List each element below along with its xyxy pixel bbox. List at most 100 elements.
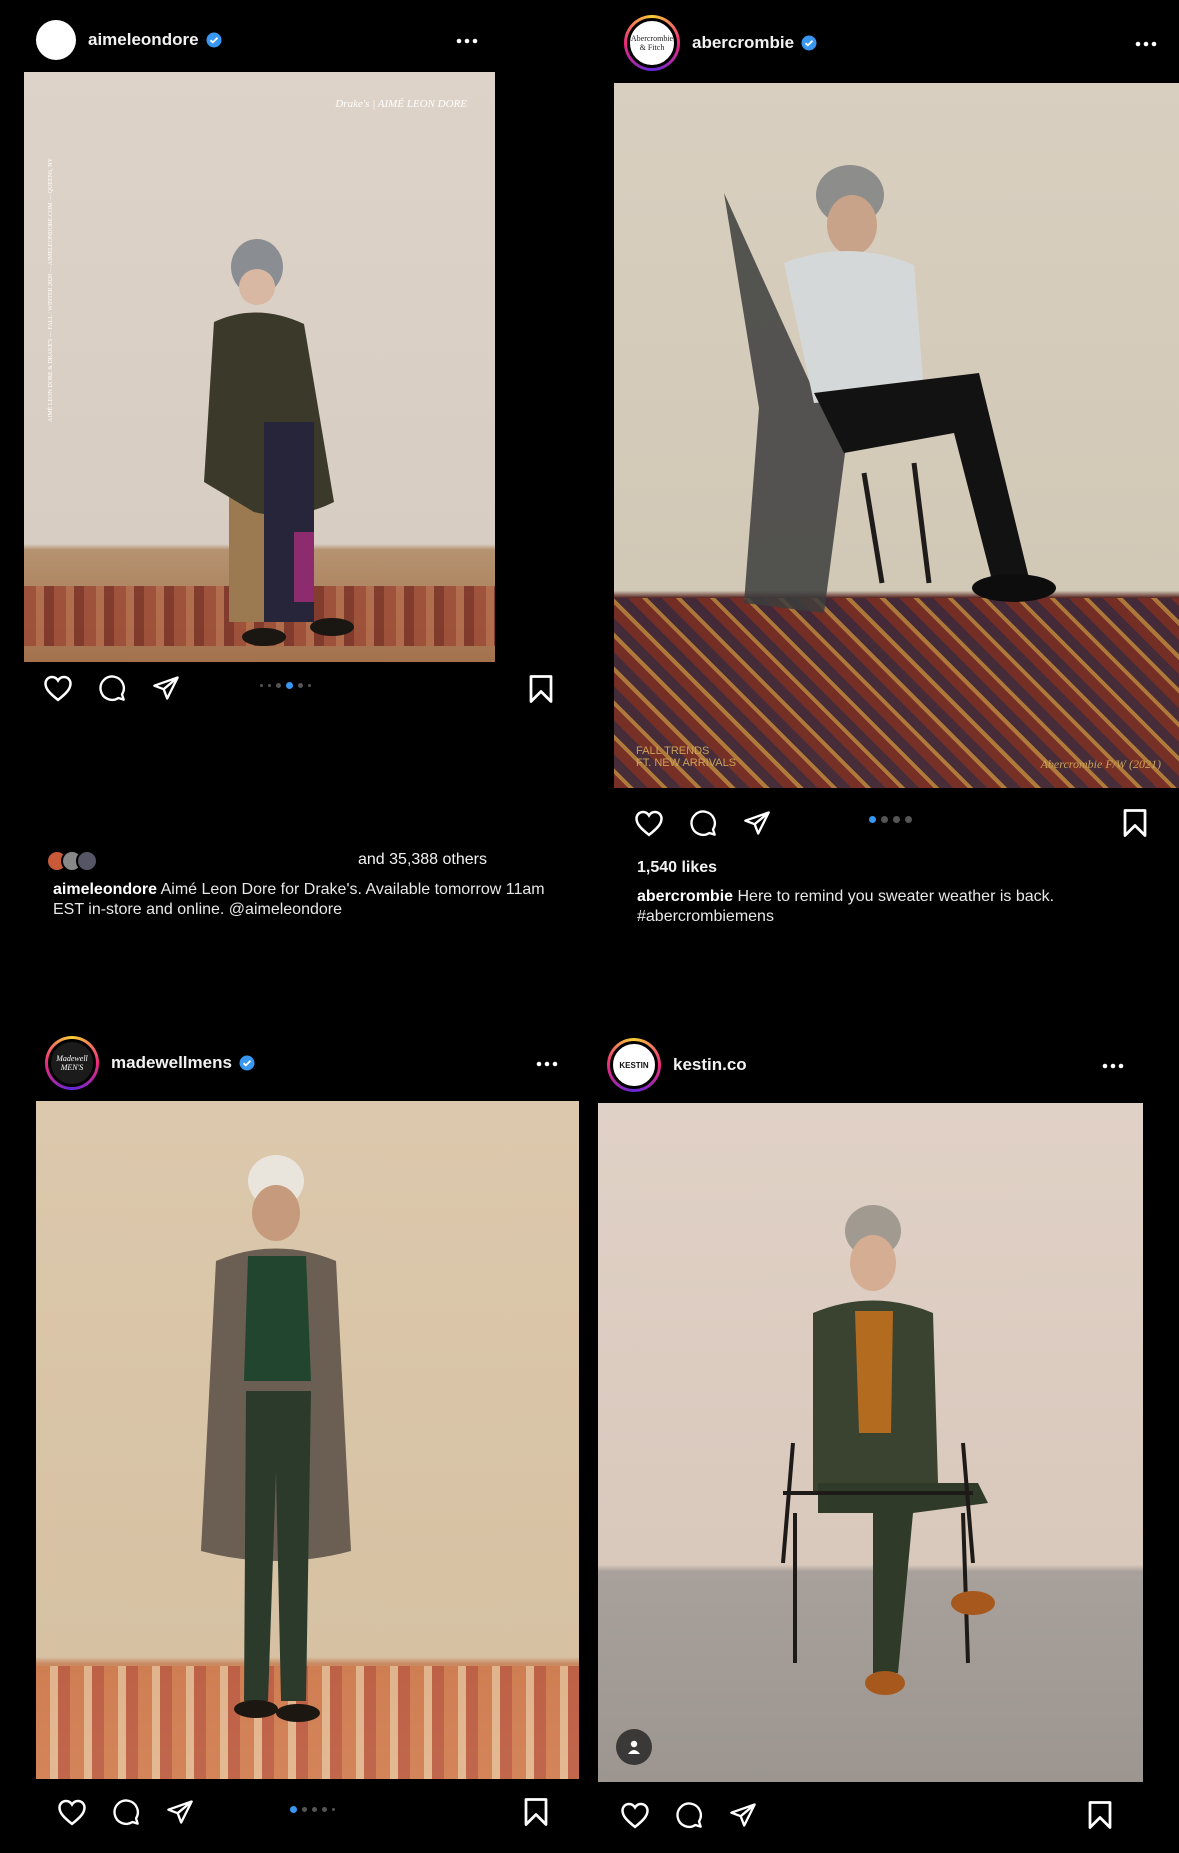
avatar[interactable]: Madewell MEN'S <box>45 1036 99 1090</box>
comment-button[interactable] <box>96 672 128 704</box>
carousel-dot-active <box>290 1806 297 1813</box>
like-button[interactable] <box>619 1799 651 1831</box>
post-photo[interactable] <box>598 1103 1143 1782</box>
post-photo[interactable] <box>36 1101 579 1779</box>
like-button[interactable] <box>42 672 74 704</box>
verified-icon <box>239 1055 255 1071</box>
bookmark-icon <box>1088 1801 1112 1829</box>
avatar[interactable]: Abercrombie & Fitch <box>624 15 680 71</box>
more-options-button[interactable] <box>1098 1051 1128 1081</box>
more-icon <box>456 38 478 44</box>
share-button[interactable] <box>727 1799 759 1831</box>
share-icon <box>167 1800 193 1824</box>
save-button[interactable] <box>523 1797 553 1829</box>
carousel-dot <box>298 683 303 688</box>
heart-icon <box>58 1799 86 1826</box>
carousel-dot <box>332 1808 335 1811</box>
action-bar <box>42 672 204 704</box>
caption: abercrombie Here to remind you sweater w… <box>637 887 1157 927</box>
post-header: Madewell MEN'S madewellmens <box>45 1036 255 1090</box>
likes-count[interactable]: and 35,388 others <box>358 851 487 869</box>
comment-icon <box>690 810 716 836</box>
carousel-dot <box>260 684 263 687</box>
comment-icon <box>113 1799 139 1825</box>
post-photo[interactable]: Drake's | AIMÉ LEON DORE AIMÉ LEON DORE … <box>24 72 495 662</box>
save-button[interactable] <box>1087 1800 1117 1832</box>
share-icon <box>730 1803 756 1827</box>
caption: aimeleondore Aimé Leon Dore for Drake's.… <box>53 880 573 920</box>
action-bar <box>633 807 795 839</box>
more-icon <box>1102 1063 1124 1069</box>
carousel-indicator <box>869 816 912 823</box>
comment-button[interactable] <box>687 807 719 839</box>
likes-count[interactable]: 1,540 likes <box>637 859 717 877</box>
more-icon <box>1135 41 1157 47</box>
carousel-dot-active <box>869 816 876 823</box>
action-bar <box>56 1796 218 1828</box>
username[interactable]: abercrombie <box>692 33 794 53</box>
model-figure <box>201 1155 351 1722</box>
save-button[interactable] <box>1122 808 1152 840</box>
more-options-button[interactable] <box>452 26 482 56</box>
avatar-logo: Abercrombie & Fitch <box>627 18 677 68</box>
carousel-dot <box>322 1807 327 1812</box>
vertical-overlay: AIMÉ LEON DORE & DRAKE'S — FALL / WINTER… <box>48 158 54 422</box>
photo-overlay-left: FALL TRENDS FT. NEW ARRIVALS <box>636 745 737 769</box>
background-watermark <box>60 800 1120 860</box>
verified-icon <box>801 35 817 51</box>
photo-overlay-right: Abercrombie F/W (2021) <box>1040 757 1161 771</box>
carousel-dot <box>308 684 311 687</box>
like-button[interactable] <box>633 807 665 839</box>
comment-button[interactable] <box>673 1799 705 1831</box>
post-header: KESTIN kestin.co <box>607 1038 747 1092</box>
user-tag-icon <box>628 1740 640 1754</box>
carousel-dot <box>881 816 888 823</box>
post-photo[interactable]: FALL TRENDS FT. NEW ARRIVALS Abercrombie… <box>614 83 1179 788</box>
avatar[interactable] <box>36 20 76 60</box>
comment-button[interactable] <box>110 1796 142 1828</box>
heart-icon <box>635 810 663 837</box>
carousel-dot <box>312 1807 317 1812</box>
liked-by-avatars-row <box>46 850 98 872</box>
save-button[interactable] <box>528 674 558 706</box>
heart-icon <box>621 1802 649 1829</box>
carousel-dot <box>905 816 912 823</box>
more-options-button[interactable] <box>532 1049 562 1079</box>
share-icon <box>744 811 770 835</box>
brand-overlay: Drake's | AIMÉ LEON DORE <box>335 98 467 110</box>
avatar-logo: Madewell MEN'S <box>48 1039 96 1087</box>
heart-icon <box>44 675 72 702</box>
action-bar <box>619 1799 781 1831</box>
bookmark-icon <box>524 1798 548 1826</box>
carousel-dot <box>268 684 271 687</box>
carousel-dot <box>893 816 900 823</box>
carousel-dot-active <box>286 682 293 689</box>
carousel-indicator <box>260 682 311 689</box>
avatar[interactable]: KESTIN <box>607 1038 661 1092</box>
model-figure <box>204 239 354 646</box>
caption-username[interactable]: aimeleondore <box>53 881 157 898</box>
like-button[interactable] <box>56 1796 88 1828</box>
post-header: aimeleondore <box>36 20 222 60</box>
model-figure <box>781 1205 995 1695</box>
avatar-logo: KESTIN <box>610 1041 658 1089</box>
bookmark-icon <box>1123 809 1147 837</box>
post-header: Abercrombie & Fitch abercrombie <box>624 15 817 71</box>
caption-username[interactable]: abercrombie <box>637 888 733 905</box>
comment-icon <box>676 1802 702 1828</box>
username[interactable]: madewellmens <box>111 1053 232 1073</box>
model-figure <box>724 165 1056 613</box>
carousel-indicator <box>290 1806 335 1813</box>
username[interactable]: aimeleondore <box>88 30 199 50</box>
comment-icon <box>99 675 125 701</box>
more-icon <box>536 1061 558 1067</box>
carousel-dot <box>276 683 281 688</box>
share-button[interactable] <box>741 807 773 839</box>
tagged-users-button[interactable] <box>616 1729 652 1765</box>
username[interactable]: kestin.co <box>673 1055 747 1075</box>
share-icon <box>153 676 179 700</box>
share-button[interactable] <box>164 1796 196 1828</box>
more-options-button[interactable] <box>1131 29 1161 59</box>
share-button[interactable] <box>150 672 182 704</box>
bookmark-icon <box>529 675 553 703</box>
